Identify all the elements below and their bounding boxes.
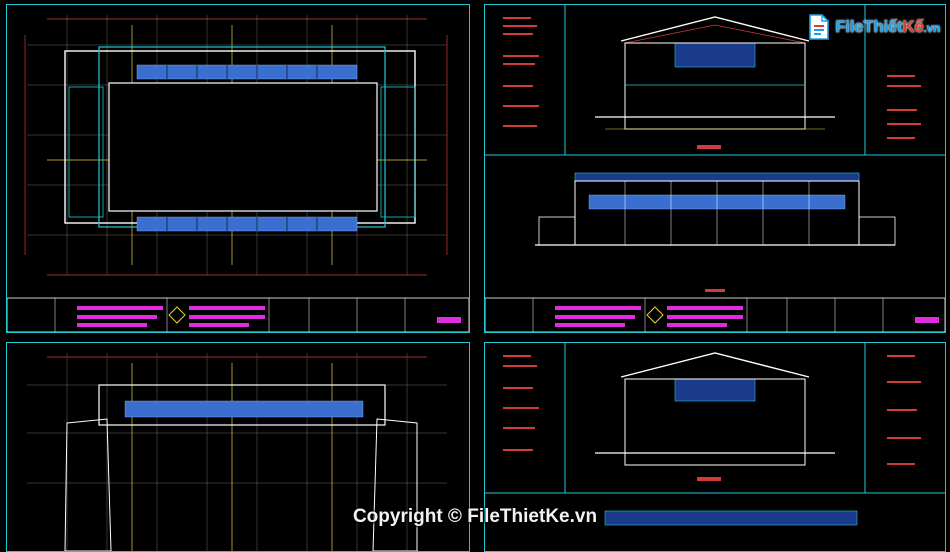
section-drawing — [485, 5, 945, 332]
logo-text: FileThiếtKế.vn — [835, 17, 940, 37]
filethietke-logo-icon — [809, 14, 830, 40]
sheet-sections-top — [484, 4, 946, 333]
floor-plan-drawing — [7, 15, 469, 332]
copyright-text: Copyright © FileThietKe.vn — [352, 506, 598, 527]
filethietke-logo: FileThiếtKế.vn — [807, 8, 940, 46]
logo-text-main: FileThiết — [835, 17, 903, 36]
logo-text-suffix: .vn — [923, 21, 941, 35]
sheet-floor-plan-top — [6, 4, 470, 333]
logo-text-accent: Kế — [902, 17, 924, 36]
